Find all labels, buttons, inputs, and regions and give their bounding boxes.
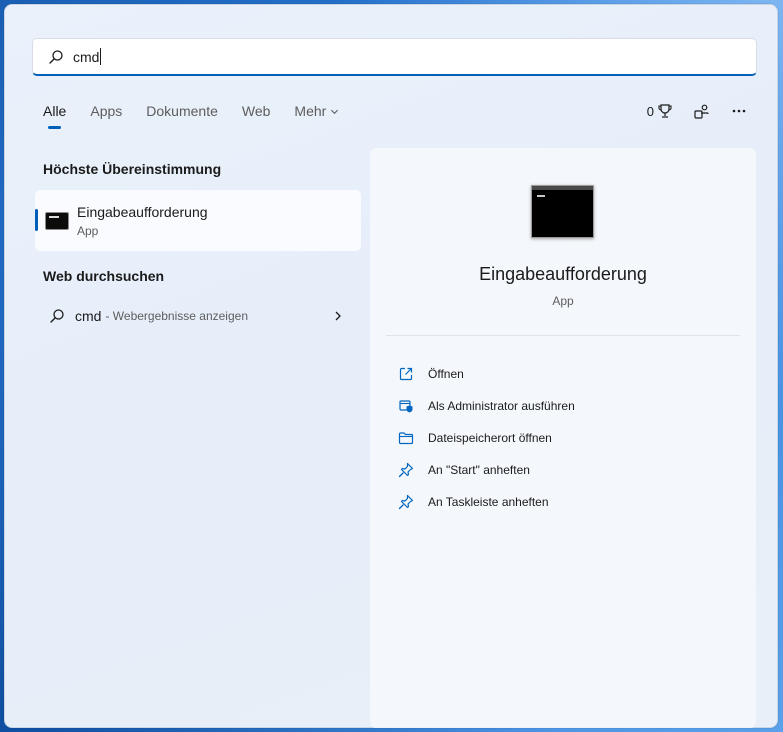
rewards-points: 0	[646, 103, 654, 119]
preview-subtitle: App	[552, 294, 574, 308]
filter-tabs: Alle Apps Dokumente Web Mehr	[43, 103, 363, 129]
tab-label: Mehr	[294, 103, 327, 119]
chevron-right-icon	[335, 311, 341, 321]
action-label: Öffnen	[428, 367, 464, 381]
tab-label: Web	[241, 103, 271, 119]
action-label: An Taskleiste anheften	[428, 495, 549, 509]
search-icon	[49, 49, 63, 64]
account-switch-button[interactable]	[691, 101, 711, 121]
action-label: Als Administrator ausführen	[428, 399, 575, 413]
preview-title: Eingabeaufforderung	[479, 264, 647, 284]
divider	[386, 335, 740, 336]
search-flyout: cmd Alle Apps Dokumente Web Mehr 0 Höchs…	[4, 4, 778, 728]
search-icon	[50, 309, 64, 323]
trophy-icon	[658, 104, 672, 118]
header-actions: 0	[647, 101, 749, 121]
chevron-down-icon	[331, 109, 339, 114]
best-match-subtitle: App	[77, 223, 99, 238]
tab-label: Alle	[43, 103, 67, 119]
action-label: Dateispeicherort öffnen	[428, 431, 552, 445]
action-pin-to-start[interactable]: An "Start" anheften	[398, 454, 575, 486]
web-search-heading: Web durchsuchen	[43, 268, 165, 284]
tab-mehr[interactable]: Mehr	[294, 103, 339, 119]
web-search-result[interactable]: cmd - Webergebnisse anzeigen	[35, 301, 361, 331]
tab-dokumente[interactable]: Dokumente	[146, 103, 218, 119]
pin-icon	[398, 462, 414, 478]
tab-label: Apps	[90, 103, 123, 119]
tab-web[interactable]: Web	[242, 103, 271, 119]
command-prompt-icon	[45, 211, 69, 230]
preview-actions: Öffnen Als Administrator ausführen Datei…	[398, 358, 575, 518]
best-match-heading: Höchste Übereinstimmung	[43, 161, 222, 177]
search-input[interactable]: cmd	[32, 38, 757, 76]
action-open[interactable]: Öffnen	[398, 358, 575, 390]
best-match-title: Eingabeaufforderung	[77, 203, 208, 220]
web-search-query: cmd	[75, 308, 102, 324]
action-run-as-admin[interactable]: Als Administrator ausführen	[398, 390, 575, 422]
org-switch-icon	[693, 104, 709, 119]
tab-label: Dokumente	[146, 103, 218, 119]
action-open-file-location[interactable]: Dateispeicherort öffnen	[398, 422, 575, 454]
more-options-button[interactable]	[729, 101, 749, 121]
command-prompt-icon	[531, 185, 594, 238]
pin-icon	[398, 494, 414, 510]
selection-indicator	[35, 209, 38, 231]
best-match-result[interactable]: Eingabeaufforderung App	[35, 190, 361, 251]
rewards-button[interactable]: 0	[647, 103, 673, 119]
admin-shield-icon	[399, 400, 413, 413]
preview-pane: Eingabeaufforderung App Öffnen Als Admin…	[370, 148, 756, 728]
more-dots-icon	[732, 109, 746, 113]
action-label: An "Start" anheften	[428, 463, 530, 477]
search-input-value: cmd	[73, 48, 100, 65]
tab-alle[interactable]: Alle	[43, 103, 67, 129]
text-caret	[100, 48, 102, 65]
open-icon	[399, 367, 413, 381]
web-search-suffix: - Webergebnisse anzeigen	[105, 309, 248, 323]
folder-icon	[398, 432, 414, 445]
action-pin-to-taskbar[interactable]: An Taskleiste anheften	[398, 486, 575, 518]
tab-apps[interactable]: Apps	[90, 103, 122, 119]
